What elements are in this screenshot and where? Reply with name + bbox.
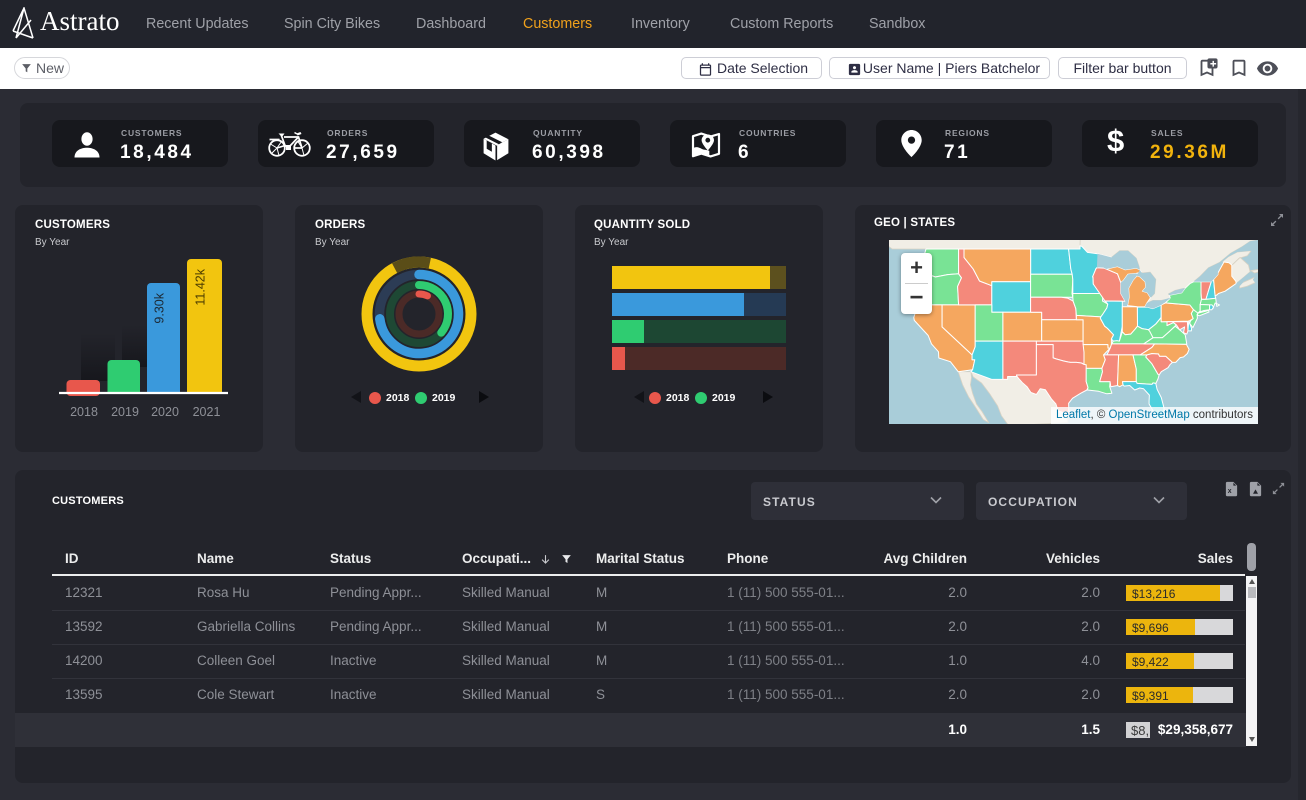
svg-text:9.30k: 9.30k (153, 292, 167, 323)
svg-text:x: x (1228, 488, 1232, 495)
svg-text:11.42k: 11.42k (194, 268, 208, 305)
